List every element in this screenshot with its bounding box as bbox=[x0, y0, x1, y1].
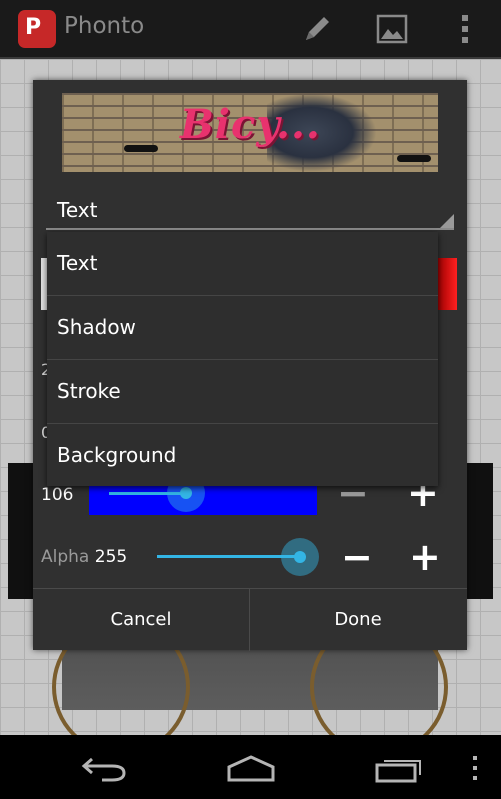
style-target-dropdown: Text Shadow Stroke Background bbox=[47, 232, 438, 486]
cancel-button[interactable]: Cancel bbox=[33, 589, 249, 651]
done-button[interactable]: Done bbox=[250, 589, 466, 651]
dropdown-item-label: Background bbox=[57, 443, 177, 467]
alpha-minus-button[interactable]: − bbox=[341, 538, 373, 576]
dropdown-item-stroke[interactable]: Stroke bbox=[47, 360, 438, 424]
home-icon[interactable] bbox=[226, 753, 276, 783]
bicycle-seat bbox=[124, 145, 158, 152]
bicycle-seat bbox=[397, 155, 431, 162]
style-target-spinner[interactable]: Text bbox=[46, 190, 454, 230]
alpha-plus-button[interactable]: + bbox=[409, 538, 441, 576]
spinner-arrow-icon bbox=[440, 214, 454, 228]
dropdown-item-text[interactable]: Text bbox=[47, 232, 438, 296]
dropdown-item-background[interactable]: Background bbox=[47, 424, 438, 487]
alpha-label-text: Alpha bbox=[41, 547, 90, 567]
dropdown-item-label: Stroke bbox=[57, 379, 121, 403]
overflow-menu-icon[interactable] bbox=[448, 12, 482, 46]
pencil-icon[interactable] bbox=[300, 12, 334, 46]
dropdown-item-shadow[interactable]: Shadow bbox=[47, 296, 438, 360]
alpha-label: Alpha 255 bbox=[41, 547, 127, 567]
app-logo-letter: P bbox=[25, 15, 42, 40]
dropdown-item-label: Text bbox=[57, 251, 98, 275]
alpha-slider-knob[interactable] bbox=[281, 538, 319, 576]
system-nav-bar bbox=[0, 735, 501, 799]
alpha-value: 255 bbox=[94, 547, 128, 567]
image-icon[interactable] bbox=[375, 12, 409, 46]
alpha-slider-track[interactable] bbox=[157, 555, 299, 558]
color-value-label: 106 bbox=[41, 485, 74, 505]
spinner-selected-value: Text bbox=[57, 198, 98, 222]
recent-apps-icon[interactable] bbox=[374, 753, 424, 783]
app-logo-icon[interactable]: P bbox=[18, 10, 56, 48]
dropdown-item-label: Shadow bbox=[57, 315, 136, 339]
overflow-menu-icon[interactable] bbox=[468, 753, 482, 783]
color-slider-knob-center bbox=[180, 487, 192, 499]
preview-text: Bicy... bbox=[180, 101, 321, 148]
action-bar: P Phonto bbox=[0, 0, 501, 59]
text-preview-image: Bicy... bbox=[62, 93, 438, 172]
dialog-button-bar: Cancel Done bbox=[33, 588, 467, 651]
app-title: Phonto bbox=[64, 13, 145, 39]
alpha-slider-knob-center bbox=[294, 551, 306, 563]
color-swatch-red[interactable] bbox=[437, 258, 457, 310]
back-icon[interactable] bbox=[80, 753, 128, 783]
